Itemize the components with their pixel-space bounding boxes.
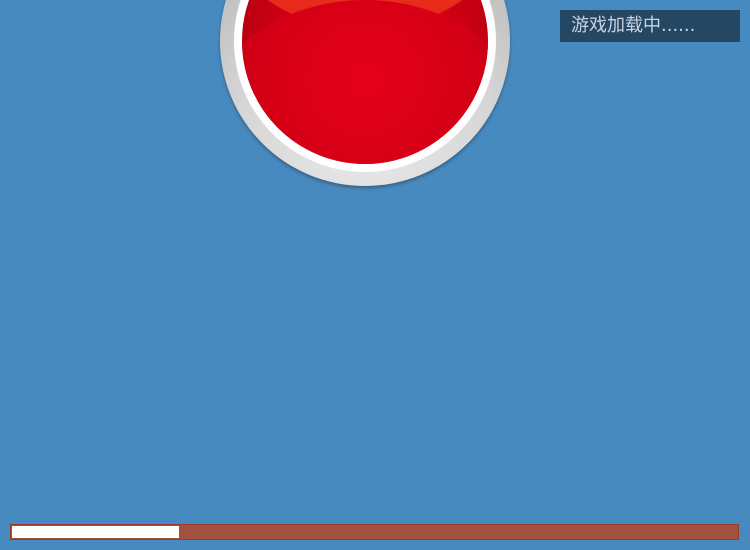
button-face <box>242 0 488 164</box>
game-stage: 游戏加载中...... <box>0 0 750 550</box>
start-button[interactable] <box>220 0 510 186</box>
red-round-button-icon <box>242 0 488 164</box>
loading-progress-fill <box>12 526 179 538</box>
loading-progress-bar <box>10 524 739 540</box>
loading-text: 游戏加载中...... <box>571 15 696 36</box>
loading-label-box: 游戏加载中...... <box>560 10 740 42</box>
